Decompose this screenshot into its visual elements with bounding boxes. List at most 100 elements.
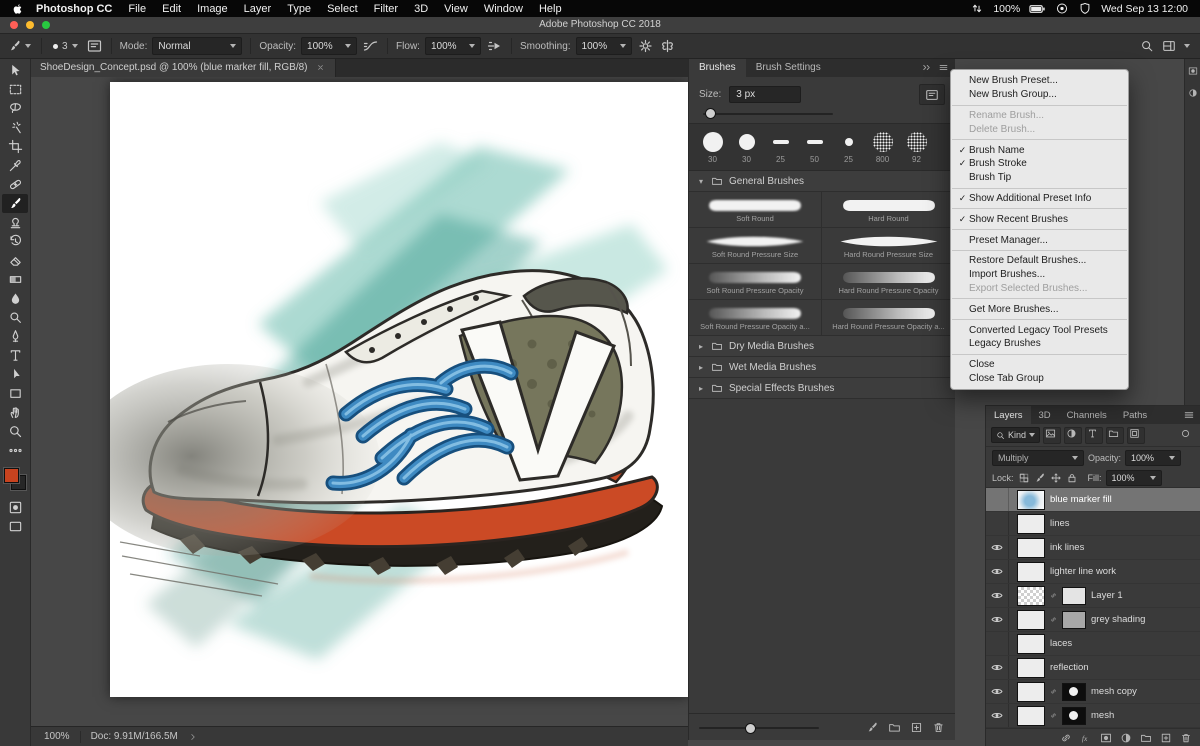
crop-tool[interactable] xyxy=(2,137,28,156)
layer-visibility-toggle[interactable] xyxy=(986,536,1009,559)
lock-transparency-icon[interactable] xyxy=(1018,472,1030,484)
brush-preset-hard-round[interactable]: Hard Round xyxy=(822,192,955,228)
recent-brush[interactable]: 25 xyxy=(765,130,796,164)
menu-item-close[interactable]: Close xyxy=(951,358,1128,372)
healing-brush-tool[interactable] xyxy=(2,175,28,194)
hand-tool[interactable] xyxy=(2,403,28,422)
layer-style-button[interactable]: fx xyxy=(1080,732,1092,744)
layer-visibility-toggle[interactable] xyxy=(986,656,1009,679)
new-adjustment-layer-button[interactable] xyxy=(1120,732,1132,744)
tab-brushes[interactable]: Brushes xyxy=(689,58,746,77)
zoom-level[interactable]: 100% xyxy=(44,731,70,742)
layer-mask-thumbnail[interactable] xyxy=(1062,611,1086,629)
brush-preset-hard-round-pressure-opacity[interactable]: Hard Round Pressure Opacity xyxy=(822,264,955,300)
recent-brush[interactable]: 92 xyxy=(901,130,932,164)
new-layer-button[interactable] xyxy=(1160,732,1172,744)
layer-name[interactable]: grey shading xyxy=(1091,614,1145,625)
creative-cloud-icon[interactable] xyxy=(1055,2,1069,15)
layer-thumbnail[interactable] xyxy=(1017,634,1045,654)
opacity-dropdown[interactable]: 100% xyxy=(301,37,357,55)
layer-thumbnail[interactable] xyxy=(1017,610,1045,630)
document-tab[interactable]: ShoeDesign_Concept.psd @ 100% (blue mark… xyxy=(30,58,336,77)
layer-name[interactable]: mesh xyxy=(1091,710,1114,721)
workspace-switcher-icon[interactable] xyxy=(1162,39,1176,53)
tab-brush-settings[interactable]: Brush Settings xyxy=(746,58,831,77)
menu-item-converted-legacy-tool-presets[interactable]: Converted Legacy Tool Presets xyxy=(951,323,1128,337)
new-brush-group-button[interactable] xyxy=(888,721,901,734)
filter-smart-object-button[interactable] xyxy=(1127,427,1145,444)
layer-row-blue-marker-fill[interactable]: blue marker fill xyxy=(986,488,1200,512)
layer-row-grey-shading[interactable]: grey shading xyxy=(986,608,1200,632)
layer-name[interactable]: lines xyxy=(1050,518,1070,529)
layers-panel-menu-icon[interactable] xyxy=(1183,409,1195,421)
recent-brush[interactable]: 800 xyxy=(867,130,898,164)
menu-item-brush-name[interactable]: ✓Brush Name xyxy=(951,143,1128,157)
close-document-icon[interactable] xyxy=(316,63,325,72)
menubar-item-3d[interactable]: 3D xyxy=(406,3,436,15)
lasso-tool[interactable] xyxy=(2,99,28,118)
layer-visibility-toggle[interactable] xyxy=(986,584,1009,607)
layer-name[interactable]: blue marker fill xyxy=(1050,494,1112,505)
move-tool[interactable] xyxy=(2,61,28,80)
zoom-tool[interactable] xyxy=(2,422,28,441)
menu-item-preset-manager[interactable]: Preset Manager... xyxy=(951,233,1128,247)
history-brush-tool[interactable] xyxy=(2,232,28,251)
blend-mode-dropdown[interactable]: Normal xyxy=(152,37,242,55)
menu-item-get-more-brushes[interactable]: Get More Brushes... xyxy=(951,302,1128,316)
slider-thumb[interactable] xyxy=(705,108,716,119)
canvas-area[interactable] xyxy=(30,77,688,726)
brush-group-dry-media-brushes[interactable]: ▸Dry Media Brushes xyxy=(689,336,955,357)
layer-row-lighter-line-work[interactable]: lighter line work xyxy=(986,560,1200,584)
layer-thumbnail[interactable] xyxy=(1017,658,1045,678)
blend-mode-select[interactable]: Multiply xyxy=(992,450,1084,466)
brush-size-slider[interactable] xyxy=(703,108,941,119)
layer-row-layer-1[interactable]: Layer 1 xyxy=(986,584,1200,608)
layer-thumbnail[interactable] xyxy=(1017,538,1045,558)
menu-item-import-brushes[interactable]: Import Brushes... xyxy=(951,268,1128,282)
apple-menu-icon[interactable] xyxy=(12,2,24,15)
layer-name[interactable]: laces xyxy=(1050,638,1072,649)
menubar-item-select[interactable]: Select xyxy=(319,3,366,15)
menu-item-close-tab-group[interactable]: Close Tab Group xyxy=(951,372,1128,386)
menubar-item-image[interactable]: Image xyxy=(189,3,236,15)
brush-group-wet-media-brushes[interactable]: ▸Wet Media Brushes xyxy=(689,357,955,378)
pen-tool[interactable] xyxy=(2,327,28,346)
menubar-item-view[interactable]: View xyxy=(436,3,476,15)
menubar-item-window[interactable]: Window xyxy=(476,3,531,15)
magic-wand-tool[interactable] xyxy=(2,118,28,137)
brush-preset-soft-round-pressure-size[interactable]: Soft Round Pressure Size xyxy=(689,228,822,264)
type-tool[interactable] xyxy=(2,346,28,365)
tab-channels[interactable]: Channels xyxy=(1059,406,1115,424)
recent-brush[interactable]: 30 xyxy=(697,130,728,164)
edit-toolbar[interactable] xyxy=(2,441,28,460)
menu-item-restore-default-brushes[interactable]: Restore Default Brushes... xyxy=(951,254,1128,268)
recent-brush[interactable]: 25 xyxy=(833,130,864,164)
menubar-item-file[interactable]: File xyxy=(120,3,154,15)
layer-visibility-toggle[interactable] xyxy=(986,680,1009,703)
fill-select[interactable]: 100% xyxy=(1106,470,1162,486)
collapse-panel-icon[interactable] xyxy=(921,62,932,73)
layer-name[interactable]: Layer 1 xyxy=(1091,590,1123,601)
tool-preset-picker[interactable] xyxy=(6,39,33,53)
lock-pixels-icon[interactable] xyxy=(1034,472,1046,484)
brush-preset-hard-round-pressure-opacity-a[interactable]: Hard Round Pressure Opacity a... xyxy=(822,300,955,336)
layer-name[interactable]: mesh copy xyxy=(1091,686,1137,697)
layer-visibility-toggle[interactable] xyxy=(986,512,1009,535)
layer-row-mesh[interactable]: mesh xyxy=(986,704,1200,728)
menubar-item-edit[interactable]: Edit xyxy=(154,3,189,15)
layer-mask-thumbnail[interactable] xyxy=(1062,683,1086,701)
menubar-item-type[interactable]: Type xyxy=(279,3,319,15)
layer-row-ink-lines[interactable]: ink lines xyxy=(986,536,1200,560)
collapsed-panel-icon[interactable] xyxy=(1188,66,1198,76)
slider-thumb[interactable] xyxy=(745,723,756,734)
menu-item-legacy-brushes[interactable]: Legacy Brushes xyxy=(951,337,1128,351)
brush-preset-hard-round-pressure-size[interactable]: Hard Round Pressure Size xyxy=(822,228,955,264)
brush-settings-toggle-button[interactable] xyxy=(919,84,945,105)
layer-thumbnail[interactable] xyxy=(1017,490,1045,510)
collapsed-panel-icon[interactable] xyxy=(1188,88,1198,98)
filter-toggle-button[interactable] xyxy=(1179,428,1195,443)
layer-thumbnail[interactable] xyxy=(1017,682,1045,702)
brush-group-special-effects-brushes[interactable]: ▸Special Effects Brushes xyxy=(689,378,955,399)
menubar-app-name[interactable]: Photoshop CC xyxy=(34,3,120,15)
recent-brush[interactable]: 30 xyxy=(731,130,762,164)
